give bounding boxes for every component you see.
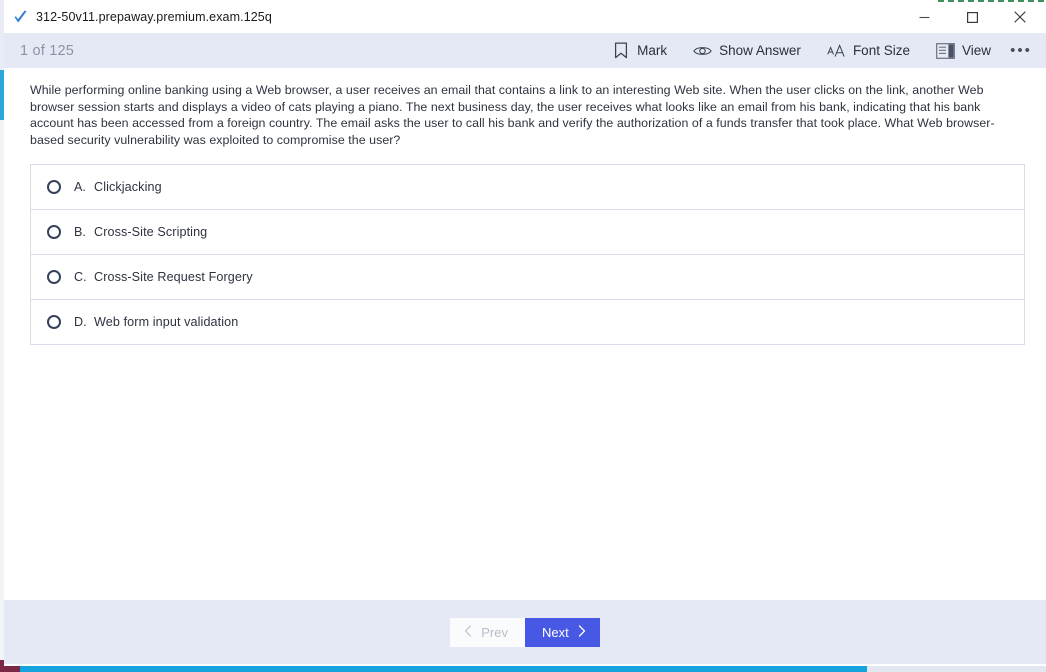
show-answer-label: Show Answer: [719, 43, 801, 58]
view-label: View: [961, 43, 991, 58]
exam-application-window: 312-50v11.prepaway.premium.exam.125q 1 o…: [4, 2, 1046, 664]
option-letter-a: A.: [74, 180, 86, 195]
radio-button-b[interactable]: [47, 225, 61, 240]
nav-button-group: Prev Next: [450, 617, 600, 647]
mark-label: Mark: [637, 43, 668, 58]
radio-button-d[interactable]: [47, 315, 61, 330]
background-taskbar-strip: [20, 666, 867, 672]
font-size-icon: [827, 41, 846, 60]
answer-option-b[interactable]: B. Cross-Site Scripting: [31, 210, 1024, 256]
minimize-icon[interactable]: [901, 2, 947, 32]
option-letter-d: D.: [74, 315, 87, 330]
toolbar: 1 of 125 Mark Show Answer Font Size View…: [4, 33, 1046, 68]
font-size-button[interactable]: Font Size: [814, 37, 923, 64]
question-content-area: While performing online banking using a …: [4, 68, 1046, 600]
prev-button[interactable]: Prev: [450, 617, 525, 647]
question-text: While performing online banking using a …: [30, 83, 995, 147]
radio-button-c[interactable]: [47, 270, 61, 285]
prev-label: Prev: [481, 624, 508, 640]
option-letter-c: C.: [74, 270, 87, 285]
option-label-d: Web form input validation: [94, 315, 239, 330]
mark-button[interactable]: Mark: [598, 37, 680, 64]
background-taskbar-right: [867, 666, 1046, 672]
more-options-button[interactable]: •••: [1004, 38, 1038, 64]
radio-button-a[interactable]: [47, 180, 61, 195]
eye-icon: [693, 41, 712, 60]
show-answer-button[interactable]: Show Answer: [680, 37, 814, 64]
chevron-left-icon: [464, 624, 472, 640]
title-bar: 312-50v11.prepaway.premium.exam.125q: [4, 2, 1046, 33]
close-icon[interactable]: [997, 2, 1043, 32]
page-counter: 1 of 125: [20, 42, 75, 59]
option-letter-b: B.: [74, 225, 86, 240]
view-button[interactable]: View: [923, 37, 1004, 64]
answer-options-list: A. Clickjacking B. Cross-Site Scripting …: [30, 164, 1025, 346]
bookmark-icon: [611, 41, 630, 60]
footer-navigation: Prev Next: [4, 600, 1046, 664]
window-title: 312-50v11.prepaway.premium.exam.125q: [36, 10, 272, 24]
option-label-a: Clickjacking: [94, 180, 162, 195]
toolbar-actions: Mark Show Answer Font Size View •••: [598, 37, 1046, 64]
option-label-c: Cross-Site Request Forgery: [94, 270, 253, 285]
chevron-right-icon: [578, 624, 586, 640]
answer-option-a[interactable]: A. Clickjacking: [31, 165, 1024, 211]
blue-checkmark-icon: [12, 9, 28, 25]
font-size-label: Font Size: [852, 43, 910, 58]
next-label: Next: [542, 624, 569, 640]
answer-option-d[interactable]: D. Web form input validation: [31, 300, 1024, 346]
view-panel-icon: [936, 41, 955, 60]
answer-option-c[interactable]: C. Cross-Site Request Forgery: [31, 255, 1024, 301]
next-button[interactable]: Next: [525, 617, 600, 647]
maximize-icon[interactable]: [949, 2, 995, 32]
option-label-b: Cross-Site Scripting: [94, 225, 208, 240]
